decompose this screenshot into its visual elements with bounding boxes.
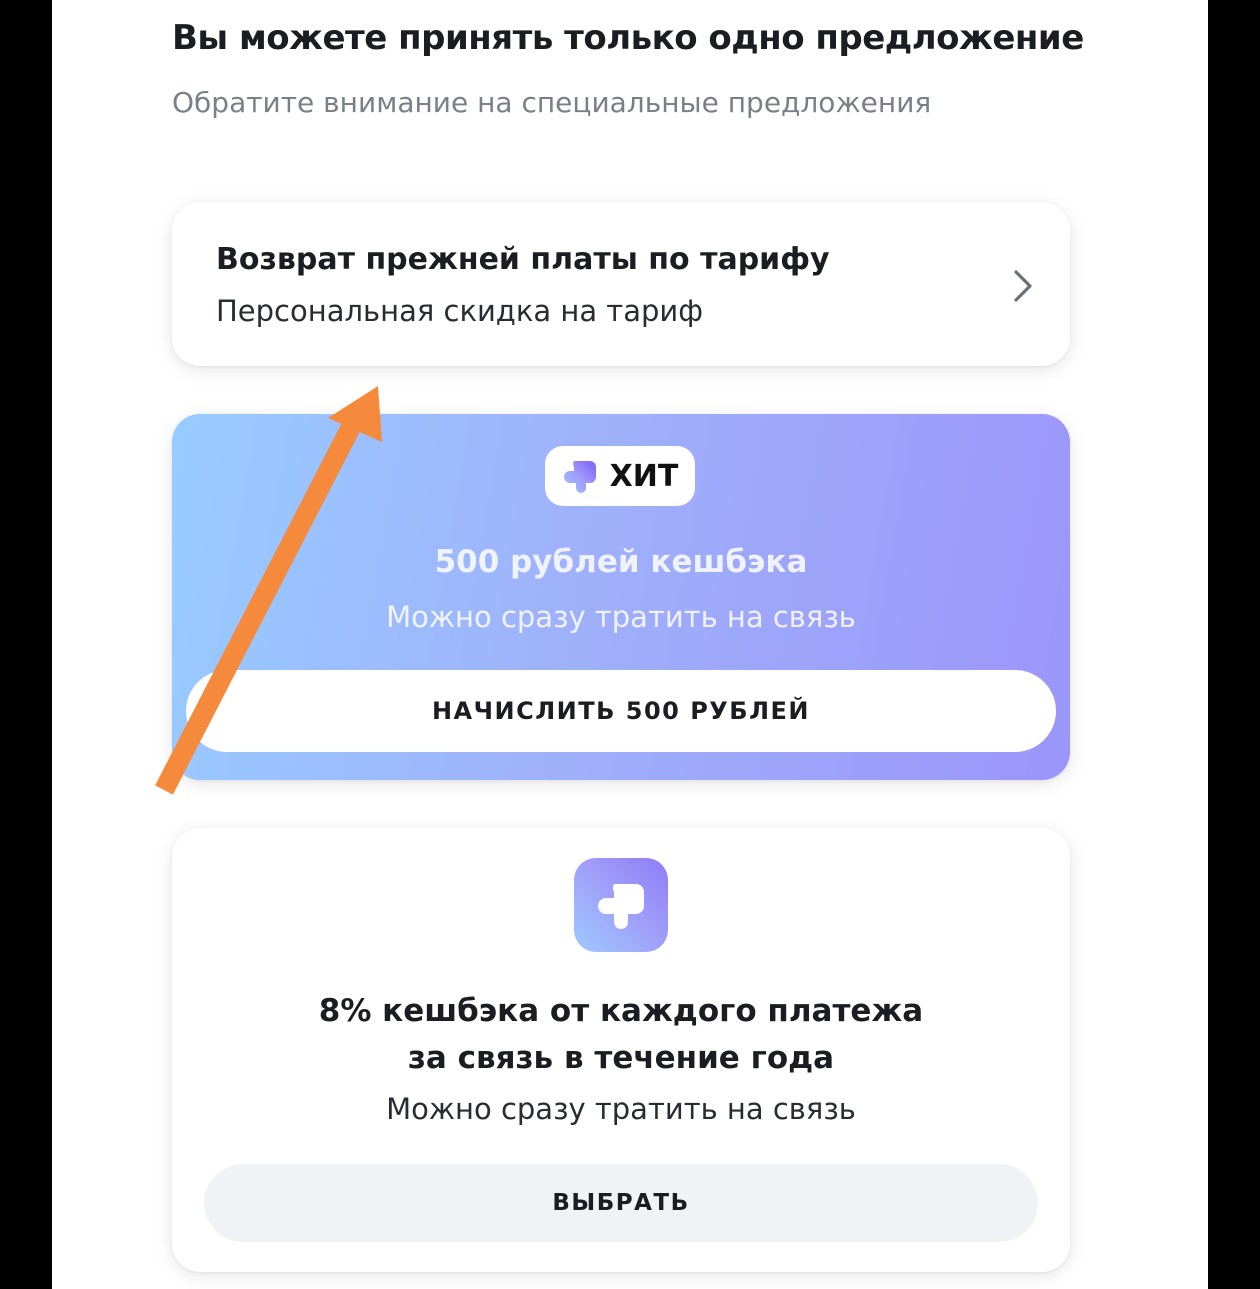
- offers-page: Вы можете принять только одно предложени…: [52, 0, 1208, 1289]
- cashback-title-line1: 8% кешбэка от каждого платежа: [318, 993, 924, 1029]
- page-subtitle: Обратите внимание на специальные предлож…: [172, 86, 932, 119]
- cashback-title-line2: за связь в течение года: [407, 1040, 835, 1076]
- chevron-right-icon: [1014, 270, 1032, 302]
- plus-logo-icon: [574, 858, 668, 952]
- hit-offer-subtitle: Можно сразу тратить на связь: [386, 600, 856, 634]
- hit-offer-card: ХИТ 500 рублей кешбэка Можно сразу трати…: [172, 414, 1070, 780]
- credit-500-button[interactable]: НАЧИСЛИТЬ 500 РУБЛЕЙ: [186, 670, 1056, 752]
- cashback-offer-card: 8% кешбэка от каждого платежа за связь в…: [172, 828, 1070, 1272]
- page-title: Вы можете принять только одно предложени…: [172, 18, 1084, 58]
- plus-logo-icon: [563, 461, 596, 493]
- hit-badge: ХИТ: [545, 446, 695, 506]
- cashback-offer-subtitle: Можно сразу тратить на связь: [386, 1092, 856, 1126]
- tariff-offer-subtitle: Персональная скидка на тариф: [216, 294, 704, 328]
- hit-offer-title: 500 рублей кешбэка: [434, 544, 808, 580]
- plus-glyph-icon: [598, 884, 644, 929]
- cashback-offer-title: 8% кешбэка от каждого платежа за связь в…: [172, 988, 1070, 1082]
- tariff-offer-card[interactable]: Возврат прежней платы по тарифу Персонал…: [172, 202, 1070, 366]
- tariff-offer-title: Возврат прежней платы по тарифу: [216, 242, 830, 277]
- hit-badge-label: ХИТ: [609, 458, 679, 494]
- select-button[interactable]: ВЫБРАТЬ: [204, 1164, 1038, 1242]
